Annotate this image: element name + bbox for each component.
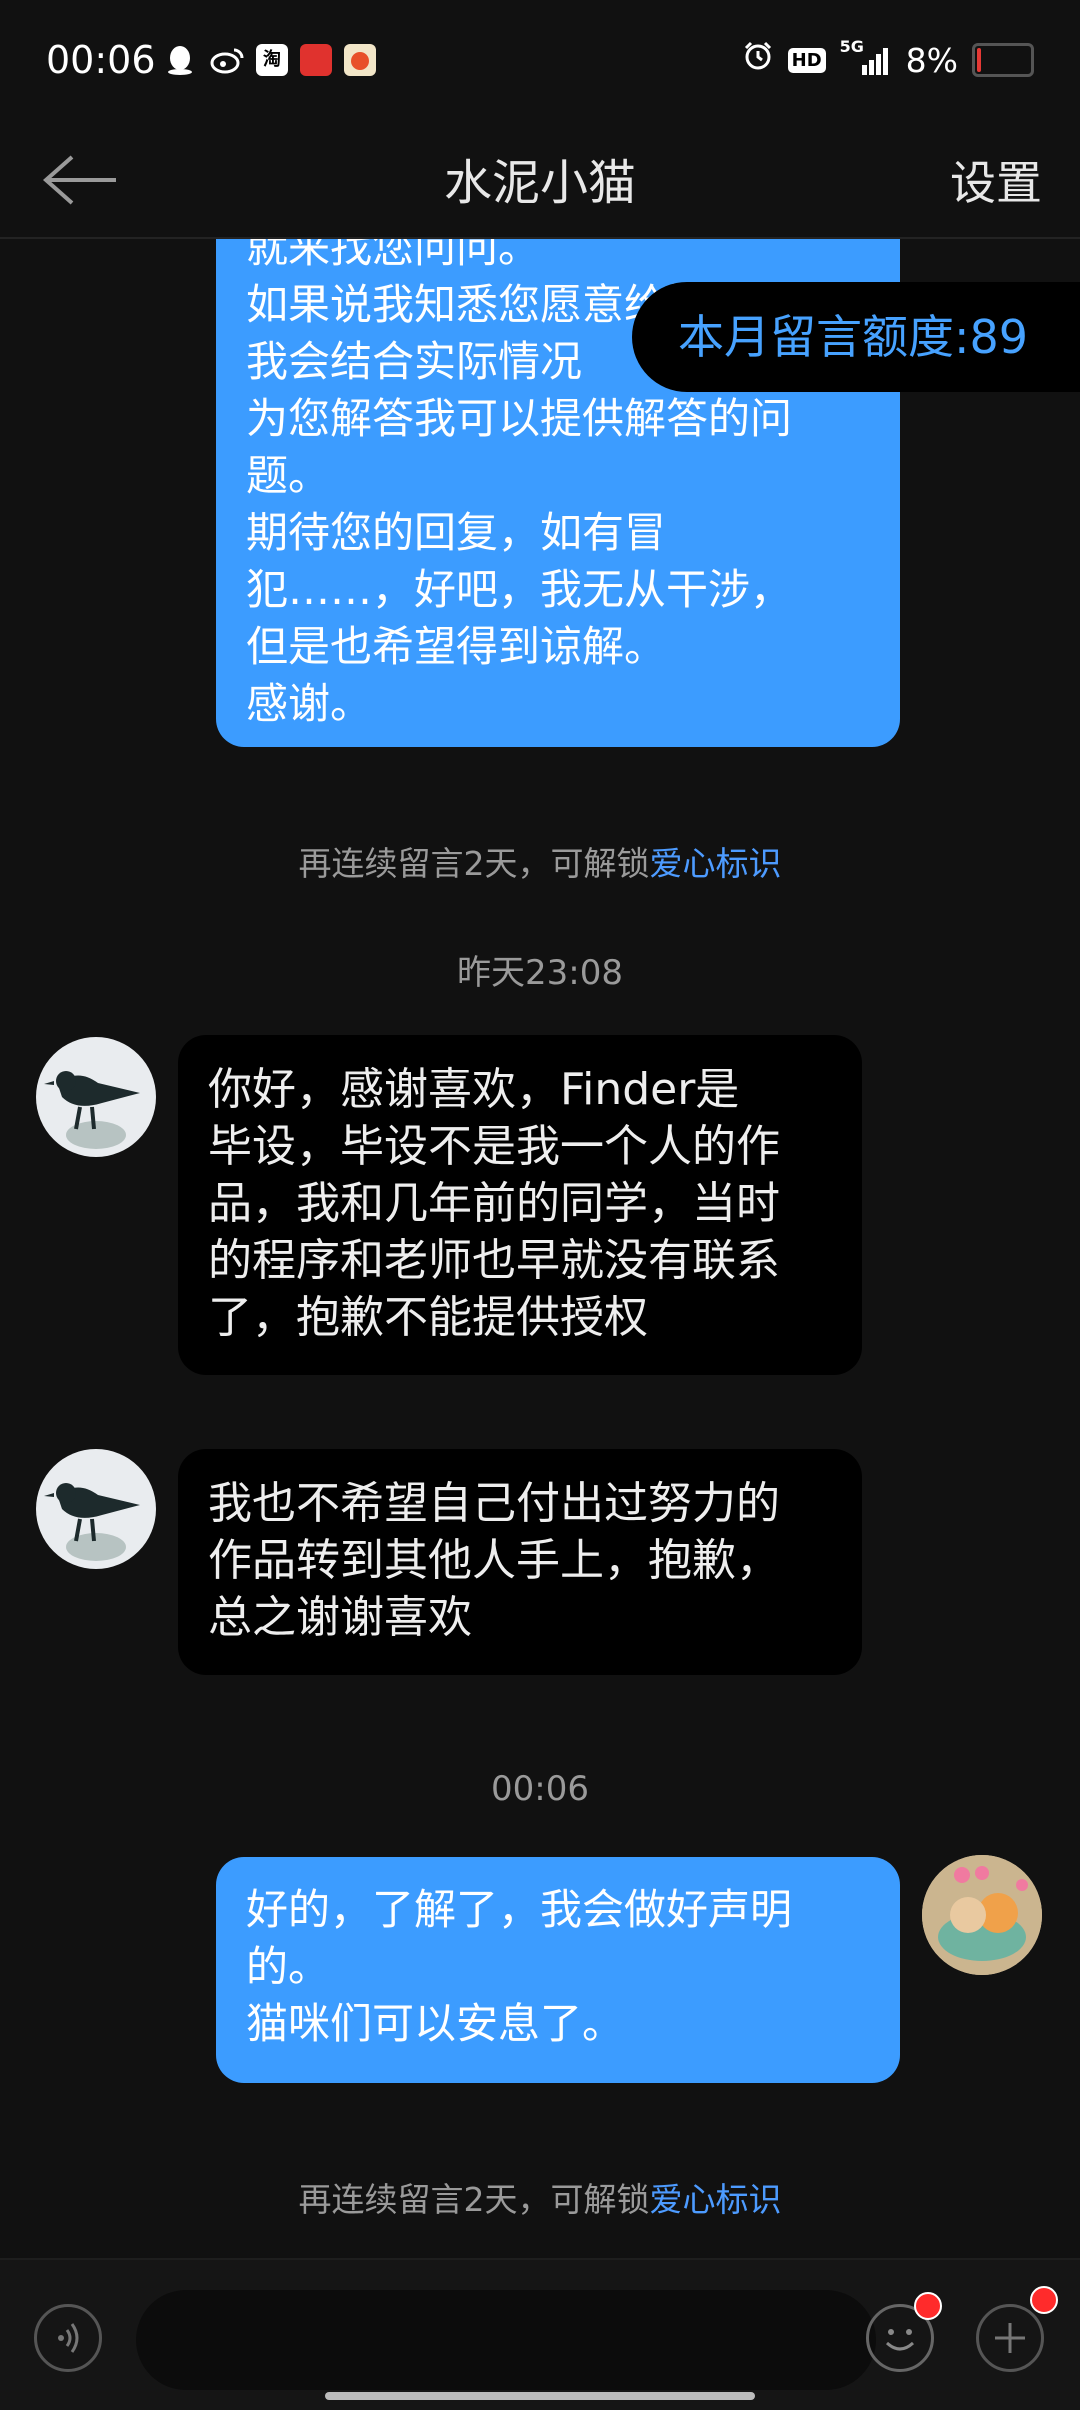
message-line-partial: 就来找您问问。 (246, 239, 541, 272)
message-line: 了，抱歉不能提供授权 (208, 1292, 648, 1343)
message-line: 为您解答我可以提供解答的问 (246, 394, 793, 443)
notice-text: 再连续留言2天，可解锁 (298, 844, 650, 883)
qq-icon (166, 44, 194, 76)
message-list[interactable]: 就来找您问问。 如果说我知悉您愿意给授权， 我会结合实际情况 为您解答我可以提供… (0, 239, 1080, 2257)
quota-badge: 本月留言额度:89 (632, 282, 1080, 392)
plus-icon[interactable] (976, 2304, 1044, 2372)
incoming-message[interactable]: 你好，感谢喜欢，Finder是 毕设，毕设不是我一个人的作 品，我和几年前的同学… (178, 1035, 862, 1375)
avatar[interactable] (36, 1037, 156, 1157)
system-notice: 再连续留言2天，可解锁爱心标识 (0, 2173, 1080, 2221)
battery-percent: 8% (905, 40, 958, 80)
battery-icon (972, 43, 1034, 77)
message-line: 作品转到其他人手上，抱歉， (208, 1535, 780, 1586)
chat-header: 水泥小猫 设置 (0, 125, 1080, 239)
taobao-icon: 淘 (256, 44, 288, 76)
timestamp: 昨天23:08 (457, 953, 623, 993)
message-line: 好的，了解了，我会做好声明 (246, 1885, 793, 1934)
settings-button[interactable]: 设置 (950, 147, 1042, 213)
notice-text: 再连续留言2天，可解锁 (298, 2180, 650, 2219)
outgoing-message[interactable]: 好的，了解了，我会做好声明 的。 猫咪们可以安息了。 (216, 1857, 900, 2083)
heart-badge-link[interactable]: 爱心标识 (650, 2180, 782, 2219)
app-icon-red (300, 44, 332, 76)
status-right: HD 5G 8% (742, 37, 1034, 80)
message-input[interactable] (136, 2290, 876, 2390)
message-line: 犯……，好吧，我无从干涉， (246, 565, 793, 614)
timestamp: 00:06 (491, 1769, 589, 1809)
status-time: 00:06 (46, 38, 156, 82)
message-line: 我也不希望自己付出过努力的 (208, 1478, 780, 1529)
message-line: 期待您的回复，如有冒 (246, 508, 667, 557)
message-line: 总之谢谢喜欢 (208, 1592, 472, 1643)
incoming-message[interactable]: 我也不希望自己付出过努力的 作品转到其他人手上，抱歉， 总之谢谢喜欢 (178, 1449, 862, 1675)
system-notice: 再连续留言2天，可解锁爱心标识 (0, 837, 1080, 885)
hd-badge: HD (787, 47, 826, 73)
heart-badge-link[interactable]: 爱心标识 (650, 844, 782, 883)
message-line: 你好，感谢喜欢，Finder是 (208, 1064, 740, 1115)
voice-icon[interactable] (34, 2304, 102, 2372)
message-line: 毕设，毕设不是我一个人的作 (208, 1121, 780, 1172)
plus-badge-dot (1030, 2286, 1058, 2314)
message-line: 题。 (246, 451, 331, 500)
home-indicator[interactable] (325, 2392, 755, 2400)
signal-icon: 5G (840, 37, 892, 77)
message-line: 但是也希望得到谅解。 (246, 622, 667, 671)
message-line: 猫咪们可以安息了。 (246, 1999, 625, 2048)
emoji-badge-dot (914, 2292, 942, 2320)
message-line: 的。 (246, 1942, 331, 1991)
avatar[interactable] (36, 1449, 156, 1569)
weibo-icon (210, 46, 244, 74)
input-bar (0, 2258, 1080, 2410)
chat-title: 水泥小猫 (443, 155, 636, 211)
message-line: 的程序和老师也早就没有联系 (208, 1235, 780, 1286)
alarm-icon (742, 40, 774, 80)
app-icon-peach (344, 44, 376, 76)
status-bar: 00:06 淘 HD 5G 8% (0, 0, 1080, 125)
avatar[interactable] (922, 1855, 1042, 1975)
message-line: 品，我和几年前的同学，当时 (208, 1178, 780, 1229)
message-line: 感谢。 (246, 679, 373, 728)
